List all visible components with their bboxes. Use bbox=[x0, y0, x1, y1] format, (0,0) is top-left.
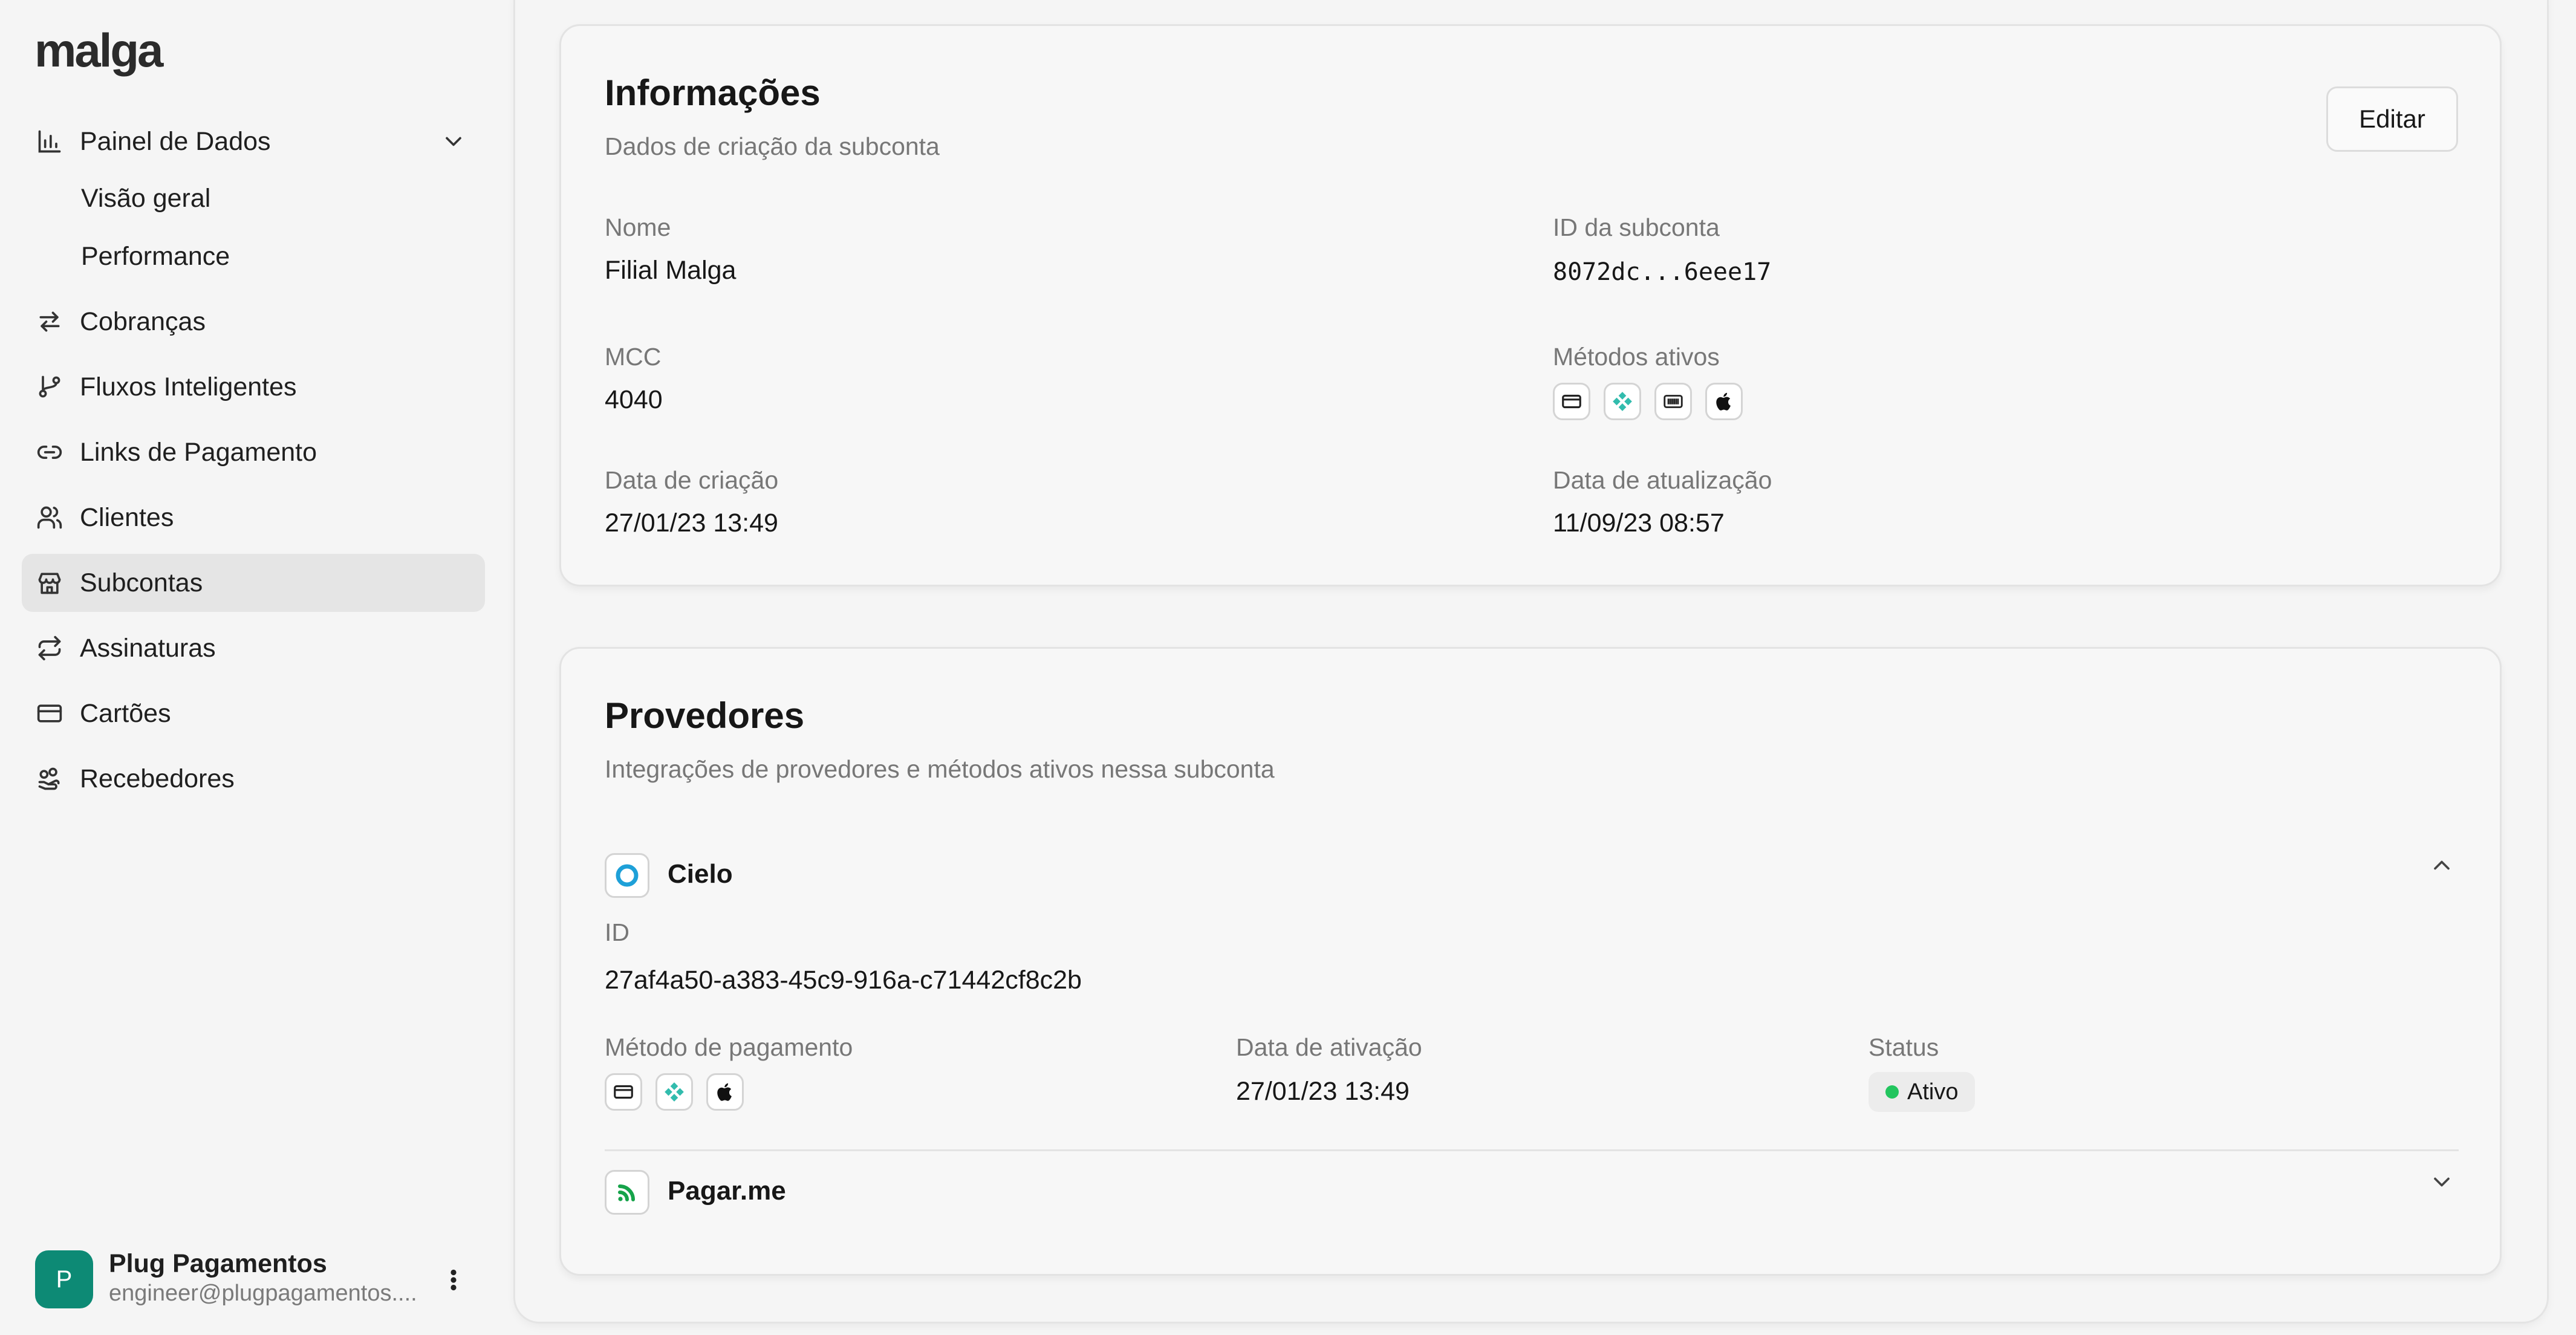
provider-methods-list bbox=[605, 1073, 744, 1111]
payment-method-label: Método de pagamento bbox=[605, 1033, 853, 1061]
sidebar-item-recebedores[interactable]: Recebedores bbox=[22, 750, 485, 808]
repeat-icon bbox=[36, 635, 63, 661]
activation-date-value: 27/01/23 13:49 bbox=[1236, 1077, 1410, 1106]
apple-pay-icon bbox=[706, 1073, 744, 1111]
subaccount-id-value[interactable]: 8072dc...6eee17 bbox=[1553, 258, 1771, 286]
git-branch-icon bbox=[36, 374, 63, 400]
provider-name-cielo[interactable]: Cielo bbox=[668, 859, 733, 889]
status-label: Status bbox=[1869, 1033, 1939, 1061]
credit-card-icon bbox=[1553, 383, 1590, 420]
more-vertical-icon[interactable] bbox=[440, 1265, 467, 1295]
arrows-exchange-icon bbox=[36, 308, 63, 335]
mcc-label: MCC bbox=[605, 343, 662, 371]
apple-pay-icon bbox=[1705, 383, 1743, 420]
store-icon bbox=[36, 570, 63, 596]
sidebar-item-cartoes[interactable]: Cartões bbox=[22, 684, 485, 742]
credit-card-icon bbox=[36, 700, 63, 727]
sidebar-item-assinaturas[interactable]: Assinaturas bbox=[22, 619, 485, 677]
active-methods-list bbox=[1553, 383, 1743, 420]
sidebar-item-links-de-pagamento[interactable]: Links de Pagamento bbox=[22, 423, 485, 481]
sidebar-subitem-performance[interactable]: Performance bbox=[81, 242, 230, 271]
chevron-down-icon[interactable] bbox=[440, 128, 467, 155]
provider-id-label: ID bbox=[605, 918, 629, 946]
sidebar-item-painel-de-dados[interactable]: Painel de Dados bbox=[22, 112, 485, 171]
sidebar: malga Painel de Dados Visão geral Perfor… bbox=[0, 0, 514, 1335]
sidebar-item-clientes[interactable]: Clientes bbox=[22, 489, 485, 547]
pix-icon bbox=[1604, 383, 1641, 420]
provider-name-pagarme[interactable]: Pagar.me bbox=[668, 1176, 786, 1206]
mcc-value: 4040 bbox=[605, 385, 663, 414]
info-card-subtitle: Dados de criação da subconta bbox=[605, 132, 940, 160]
status-badge-text: Ativo bbox=[1907, 1079, 1959, 1105]
user-email: engineer@plugpagamentos.... bbox=[109, 1281, 417, 1306]
sidebar-item-label: Subcontas bbox=[80, 568, 203, 597]
sidebar-item-label: Links de Pagamento bbox=[80, 437, 317, 467]
sidebar-item-fluxos-inteligentes[interactable]: Fluxos Inteligentes bbox=[22, 358, 485, 416]
providers-card: Provedores Integrações de provedores e m… bbox=[559, 647, 2502, 1276]
active-methods-label: Métodos ativos bbox=[1553, 343, 1720, 371]
cielo-logo bbox=[605, 853, 649, 898]
user-profile[interactable]: P Plug Pagamentos engineer@plugpagamento… bbox=[35, 1249, 483, 1312]
divider bbox=[605, 1149, 2459, 1151]
chevron-up-icon[interactable] bbox=[2428, 852, 2455, 879]
name-label: Nome bbox=[605, 213, 671, 241]
edit-button[interactable]: Editar bbox=[2326, 86, 2458, 152]
sidebar-subitem-visao-geral[interactable]: Visão geral bbox=[81, 184, 210, 213]
sidebar-item-cobrancas[interactable]: Cobranças bbox=[22, 293, 485, 351]
providers-card-subtitle: Integrações de provedores e métodos ativ… bbox=[605, 755, 1275, 783]
user-name: Plug Pagamentos bbox=[109, 1249, 327, 1278]
sidebar-item-label: Cartões bbox=[80, 698, 171, 728]
sidebar-item-label: Fluxos Inteligentes bbox=[80, 372, 297, 401]
status-badge: Ativo bbox=[1869, 1072, 1976, 1112]
updated-date-value: 11/09/23 08:57 bbox=[1553, 508, 1725, 538]
provider-id-value[interactable]: 27af4a50-a383-45c9-916a-c71442cf8c2b bbox=[605, 966, 1082, 995]
activation-date-label: Data de ativação bbox=[1236, 1033, 1422, 1061]
subaccount-id-label: ID da subconta bbox=[1553, 213, 1720, 241]
sidebar-item-subcontas[interactable]: Subcontas bbox=[22, 554, 485, 612]
name-value: Filial Malga bbox=[605, 256, 737, 285]
bar-chart-icon bbox=[36, 128, 63, 155]
info-card: Informações Dados de criação da subconta… bbox=[559, 24, 2502, 586]
created-date-value: 27/01/23 13:49 bbox=[605, 508, 778, 538]
chevron-down-icon[interactable] bbox=[2428, 1169, 2455, 1195]
updated-date-label: Data de atualização bbox=[1553, 466, 1772, 494]
sidebar-item-label: Assinaturas bbox=[80, 633, 216, 663]
hand-coins-icon bbox=[36, 765, 63, 792]
providers-card-title: Provedores bbox=[605, 695, 805, 736]
avatar: P bbox=[35, 1250, 93, 1308]
status-dot bbox=[1885, 1085, 1899, 1099]
credit-card-icon bbox=[605, 1073, 642, 1111]
sidebar-item-label: Clientes bbox=[80, 502, 174, 532]
created-date-label: Data de criação bbox=[605, 466, 779, 494]
sidebar-item-label: Recebedores bbox=[80, 764, 235, 793]
malga-logo[interactable]: malga bbox=[34, 23, 163, 78]
pagarme-logo bbox=[605, 1170, 649, 1215]
users-icon bbox=[36, 504, 63, 531]
sidebar-item-label: Cobranças bbox=[80, 307, 206, 336]
boleto-icon bbox=[1654, 383, 1692, 420]
sidebar-item-label: Painel de Dados bbox=[80, 126, 271, 156]
link-icon bbox=[36, 439, 63, 466]
info-card-title: Informações bbox=[605, 73, 821, 113]
pix-icon bbox=[655, 1073, 693, 1111]
